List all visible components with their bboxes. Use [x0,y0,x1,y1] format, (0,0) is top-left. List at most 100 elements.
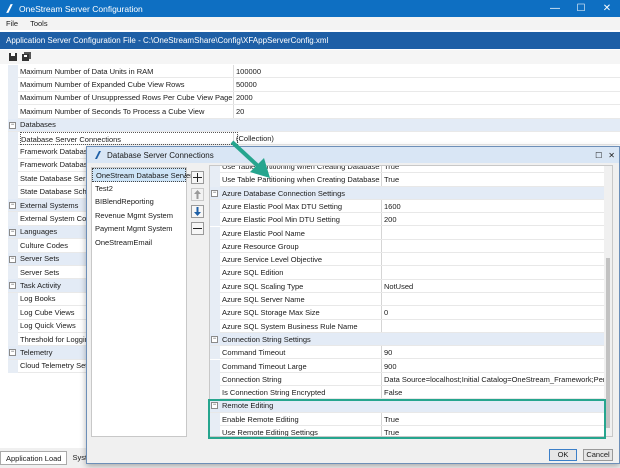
collapse-icon[interactable]: − [211,189,218,197]
property-value[interactable]: 2000 [236,91,253,104]
property-value[interactable]: 20 [236,105,244,118]
add-icon[interactable] [191,171,204,184]
restore-icon[interactable]: ☐ [595,151,602,160]
property-value[interactable]: True [384,173,604,186]
toolbar [0,50,620,64]
cancel-button[interactable]: Cancel [583,449,613,461]
property-row[interactable]: Azure SQL Server Name [210,293,604,307]
row-gutter [210,213,220,227]
property-row[interactable]: Azure Elastic Pool Min DTU Setting 200 [210,213,604,227]
property-name: Azure Resource Group [222,241,299,251]
property-value[interactable] [384,253,604,266]
connection-list-item[interactable]: Payment Mgmt System [92,222,186,236]
row-gutter [8,333,18,347]
property-name: Azure Service Level Objective [222,255,323,265]
dialog-close-icon[interactable]: ✕ [608,151,615,160]
property-row[interactable]: Maximum Number of Unsuppressed Rows Per … [8,91,620,106]
property-name: Database Server Connections [20,131,238,145]
menu-tools[interactable]: Tools [24,19,54,28]
property-row[interactable]: Azure SQL Edition [210,266,604,280]
menu-file[interactable]: File [0,19,24,28]
property-name: Command Timeout [222,348,286,358]
row-gutter [210,266,220,280]
property-name: Command Timeout Large [222,361,307,371]
move-down-icon[interactable] [191,205,204,218]
move-up-icon[interactable] [191,188,204,201]
property-row[interactable]: Maximum Number of Data Units in RAM 10000… [8,65,620,79]
onestream-logo-icon [6,4,13,13]
property-value[interactable]: 900 [384,360,604,373]
row-gutter [210,226,220,240]
scroll-thumb[interactable] [606,258,610,428]
collapse-icon[interactable]: − [9,202,16,209]
vertical-scrollbar[interactable] [604,166,612,436]
collapse-icon[interactable]: − [9,349,16,357]
property-row[interactable]: Database Server Connections (Collection) [8,131,620,146]
collapse-icon[interactable]: − [9,255,16,263]
dialog-title: Database Server Connections [107,150,214,160]
property-value[interactable] [384,227,604,240]
property-value[interactable]: False [384,386,604,399]
minimize-icon[interactable]: — [542,0,568,17]
property-value[interactable]: 100000 [236,65,261,78]
property-value[interactable] [384,293,604,306]
row-gutter [8,158,18,173]
property-row[interactable]: Azure Service Level Objective [210,253,604,267]
row-gutter [8,172,18,186]
property-row[interactable]: Maximum Number of Seconds To Process a C… [8,105,620,119]
connection-list-item[interactable]: Revenue Mgmt System [92,209,186,223]
property-value[interactable]: NotUsed [384,280,604,293]
category-row[interactable]: − Connection String Settings [210,332,604,347]
property-row[interactable]: Connection String Data Source=localhost;I… [210,372,604,387]
connection-list-item[interactable]: Test2 [92,182,186,196]
list-action-buttons [191,171,207,239]
connection-property-grid: Use Table Partitioning when Creating Dat… [209,165,613,437]
save-all-icon[interactable] [22,52,32,62]
property-name: Is Connection String Encrypted [222,388,326,398]
property-row[interactable]: Azure SQL Scaling Type NotUsed [210,279,604,293]
property-row[interactable]: Use Table Partitioning when Creating Dat… [210,165,604,174]
property-name: Azure SQL Server Name [222,295,305,304]
property-row[interactable]: Azure Elastic Pool Name [210,226,604,240]
property-value[interactable]: 90 [384,346,604,359]
property-row[interactable]: Maximum Number of Expanded Cube View Row… [8,78,620,92]
connection-list-item[interactable]: OneStream Database Server [92,168,193,182]
property-value[interactable]: 50000 [236,78,257,91]
property-row[interactable]: Command Timeout Large 900 [210,359,604,373]
category-row[interactable]: − Azure Database Connection Settings [210,186,604,200]
property-value[interactable]: 200 [384,213,604,226]
connection-list-item[interactable]: BIBlendReporting [92,195,186,209]
property-name: Azure SQL System Business Rule Name [222,321,358,331]
collapse-icon[interactable]: − [9,228,16,236]
property-value[interactable] [384,320,604,333]
category-row[interactable]: − Databases [8,118,620,132]
close-icon[interactable]: ✕ [594,0,620,17]
property-value[interactable]: 1600 [384,200,604,213]
property-value[interactable] [384,240,604,253]
property-row[interactable]: Azure Elastic Pool Max DTU Setting 1600 [210,199,604,214]
property-row[interactable]: Azure SQL System Business Rule Name [210,319,604,333]
collapse-icon[interactable]: − [9,121,16,129]
remove-icon[interactable] [191,222,204,235]
property-row[interactable]: Azure SQL Storage Max Size 0 [210,306,604,320]
property-value[interactable]: (Collection) [236,132,274,145]
property-row[interactable]: Use Table Partitioning when Creating Dat… [210,173,604,187]
property-name: Use Table Partitioning when Creating Dat… [222,175,380,185]
property-row[interactable]: Azure Resource Group [210,239,604,254]
property-row[interactable]: Command Timeout 90 [210,346,604,360]
property-name: Use Table Partitioning when Creating Dat… [222,165,380,171]
collapse-icon[interactable]: − [211,335,218,343]
connection-list-item[interactable]: OneStreamEmail [92,236,186,250]
property-name: Maximum Number of Expanded Cube View Row… [20,79,185,89]
property-value[interactable] [384,266,604,279]
property-value[interactable]: Data Source=localhost;Initial Catalog=On… [384,373,604,386]
property-value[interactable]: 0 [384,306,604,319]
maximize-icon[interactable]: ☐ [568,0,594,17]
dialog-titlebar: Database Server Connections ☐ ✕ [87,147,619,163]
collapse-icon[interactable]: − [9,282,16,290]
ok-button[interactable]: OK [549,449,577,461]
save-icon[interactable] [8,52,18,62]
property-value[interactable]: True [384,166,604,173]
tab-application-load[interactable]: Application Load [0,451,68,465]
property-row[interactable]: Is Connection String Encrypted False [210,386,604,400]
